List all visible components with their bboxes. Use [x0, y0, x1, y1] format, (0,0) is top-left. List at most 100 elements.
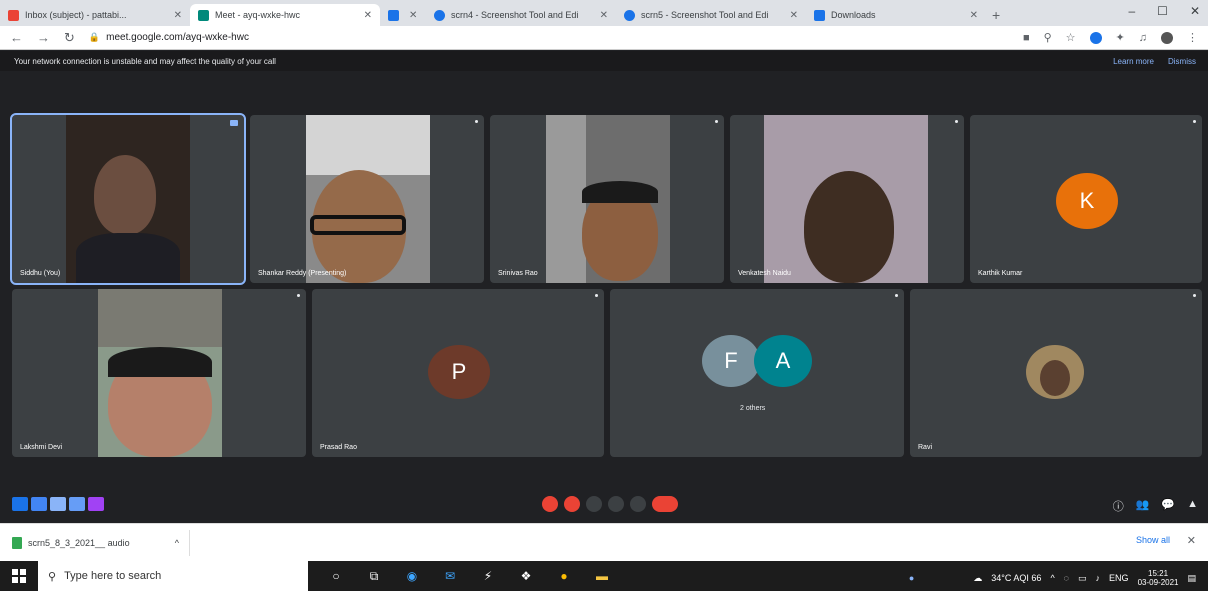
menu-icon[interactable]: ⋮: [1187, 31, 1198, 44]
participant-tile[interactable]: Siddhu (You): [10, 113, 246, 285]
avatar[interactable]: [1161, 31, 1173, 44]
zoom-icon[interactable]: ⚲: [1044, 31, 1052, 44]
more-options-icon[interactable]: [297, 294, 300, 297]
language-indicator[interactable]: ENG: [1109, 573, 1129, 583]
present-button[interactable]: [630, 496, 646, 512]
more-options-icon[interactable]: [475, 120, 478, 123]
participant-avatar: K: [1056, 173, 1118, 229]
close-window-button[interactable]: ✕: [1190, 4, 1200, 18]
maximize-button[interactable]: ☐: [1157, 4, 1168, 18]
people-icon[interactable]: 👥: [1136, 498, 1150, 514]
forward-icon[interactable]: →: [37, 30, 50, 45]
participant-photo: [1026, 345, 1084, 399]
close-tab-icon[interactable]: ✕: [970, 10, 978, 21]
chrome-icon[interactable]: ●: [556, 568, 572, 584]
search-icon: ⚲: [48, 570, 57, 583]
participant-name: Ravi: [918, 444, 933, 451]
minimize-button[interactable]: –: [1128, 4, 1135, 18]
app-icon[interactable]: ●: [909, 573, 914, 583]
reload-icon[interactable]: ↻: [64, 30, 75, 46]
activity-icon[interactable]: [12, 497, 28, 511]
downloads-bar: scrn5_8_3_2021__ audio ^ Show all ✕: [0, 523, 1208, 561]
leave-call-button[interactable]: [652, 496, 678, 512]
download-icon: [814, 9, 825, 21]
participant-group-tile[interactable]: F A 2 others: [610, 289, 904, 457]
url-field[interactable]: meet.google.com/ayq-wxke-hwc: [106, 32, 249, 43]
download-item[interactable]: scrn5_8_3_2021__ audio ^: [12, 530, 190, 556]
activity-icon[interactable]: [31, 497, 47, 511]
more-options-icon[interactable]: [595, 294, 598, 297]
participant-tile[interactable]: Venkatesh Naidu: [730, 115, 964, 283]
chat-icon[interactable]: 💬: [1161, 498, 1175, 514]
more-options-icon[interactable]: [715, 120, 718, 123]
info-icon[interactable]: ⓘ: [1113, 498, 1124, 514]
star-icon[interactable]: ☆: [1066, 31, 1076, 44]
participant-tile[interactable]: Shankar Reddy (Presenting): [250, 115, 484, 283]
close-tab-icon[interactable]: ✕: [174, 10, 182, 21]
more-options-icon[interactable]: [895, 294, 898, 297]
activity-icon[interactable]: [88, 497, 104, 511]
close-tab-icon[interactable]: ✕: [409, 10, 417, 21]
cortana-icon[interactable]: ○: [328, 568, 344, 584]
more-options-icon[interactable]: [955, 120, 958, 123]
tab-downloads[interactable]: Downloads ✕: [806, 4, 986, 26]
participant-tile[interactable]: K Karthik Kumar: [970, 115, 1202, 283]
close-downloads-icon[interactable]: ✕: [1187, 534, 1196, 547]
back-icon[interactable]: ←: [10, 30, 23, 45]
show-all-button[interactable]: Show all: [1136, 535, 1170, 545]
puzzle-icon[interactable]: ✦: [1116, 31, 1125, 44]
chevron-up-icon[interactable]: ^: [1050, 573, 1054, 583]
extension-icon[interactable]: [1089, 31, 1102, 44]
windows-start-icon[interactable]: [12, 569, 26, 583]
participant-tile[interactable]: P Prasad Rao: [312, 289, 604, 457]
participant-tile[interactable]: Srinivas Rao: [490, 115, 724, 283]
app-icon[interactable]: ⚡: [480, 568, 496, 584]
dismiss-link[interactable]: Dismiss: [1168, 57, 1196, 66]
media-icon[interactable]: ♫: [1139, 32, 1147, 44]
file-explorer-icon[interactable]: ▬: [594, 568, 610, 584]
captions-button[interactable]: [586, 496, 602, 512]
edge-icon[interactable]: ◉: [404, 568, 420, 584]
participant-avatar: P: [428, 345, 490, 399]
dropbox-icon[interactable]: ❖: [518, 568, 534, 584]
lock-icon: 🔒: [88, 32, 101, 42]
participant-tile[interactable]: Lakshmi Devi: [12, 289, 306, 457]
camera-button[interactable]: [564, 496, 580, 512]
chevron-up-icon[interactable]: ^: [175, 538, 179, 548]
participant-name: Shankar Reddy (Presenting): [258, 270, 347, 277]
tab-gmail[interactable]: Inbox (subject) - pattabi... ✕: [0, 4, 190, 26]
raise-hand-button[interactable]: [608, 496, 624, 512]
mail-icon[interactable]: ✉: [442, 568, 458, 584]
tab-scrn5[interactable]: scrn5 - Screenshot Tool and Edi ✕: [616, 4, 806, 26]
participant-avatar: A: [754, 335, 812, 387]
tab-scrn4[interactable]: scrn4 - Screenshot Tool and Edi ✕: [426, 4, 616, 26]
more-options-icon[interactable]: [1193, 294, 1196, 297]
volume-icon[interactable]: ♪: [1096, 573, 1101, 583]
activities-icon[interactable]: ▲: [1187, 498, 1198, 514]
learn-more-link[interactable]: Learn more: [1113, 57, 1154, 66]
notifications-icon[interactable]: ▤: [1187, 573, 1196, 584]
microphone-button[interactable]: [542, 496, 558, 512]
task-view-icon[interactable]: ⧉: [366, 568, 382, 584]
camera-icon[interactable]: ■: [1023, 32, 1030, 44]
tab-meet[interactable]: Meet - ayq-wxke-hwc ✕: [190, 4, 380, 26]
tab-title: Inbox (subject) - pattabi...: [25, 10, 127, 20]
participant-tile[interactable]: Ravi: [910, 289, 1202, 457]
pin-icon[interactable]: [230, 120, 238, 126]
battery-icon[interactable]: ▭: [1078, 573, 1087, 584]
tab-recording[interactable]: ✕: [380, 4, 426, 26]
address-bar: ← → ↻ 🔒 meet.google.com/ayq-wxke-hwc ■ ⚲…: [0, 26, 1208, 50]
new-tab-icon[interactable]: +: [992, 7, 1000, 23]
weather-text[interactable]: 34°C AQI 66: [991, 573, 1041, 583]
close-tab-icon[interactable]: ✕: [790, 10, 798, 21]
activity-icon[interactable]: [50, 497, 66, 511]
close-tab-icon[interactable]: ✕: [364, 10, 372, 21]
windows-taskbar: ⚲ Type here to search ○ ⧉ ◉ ✉ ⚡ ❖ ● ▬ ● …: [0, 561, 1208, 591]
participant-name: Srinivas Rao: [498, 270, 538, 277]
clock[interactable]: 15:21 03-09-2021: [1138, 569, 1179, 587]
more-options-icon[interactable]: [1193, 120, 1196, 123]
network-icon[interactable]: ◌: [1064, 573, 1069, 583]
taskbar-search[interactable]: ⚲ Type here to search: [38, 561, 308, 591]
activity-icon[interactable]: [69, 497, 85, 511]
close-tab-icon[interactable]: ✕: [600, 10, 608, 21]
